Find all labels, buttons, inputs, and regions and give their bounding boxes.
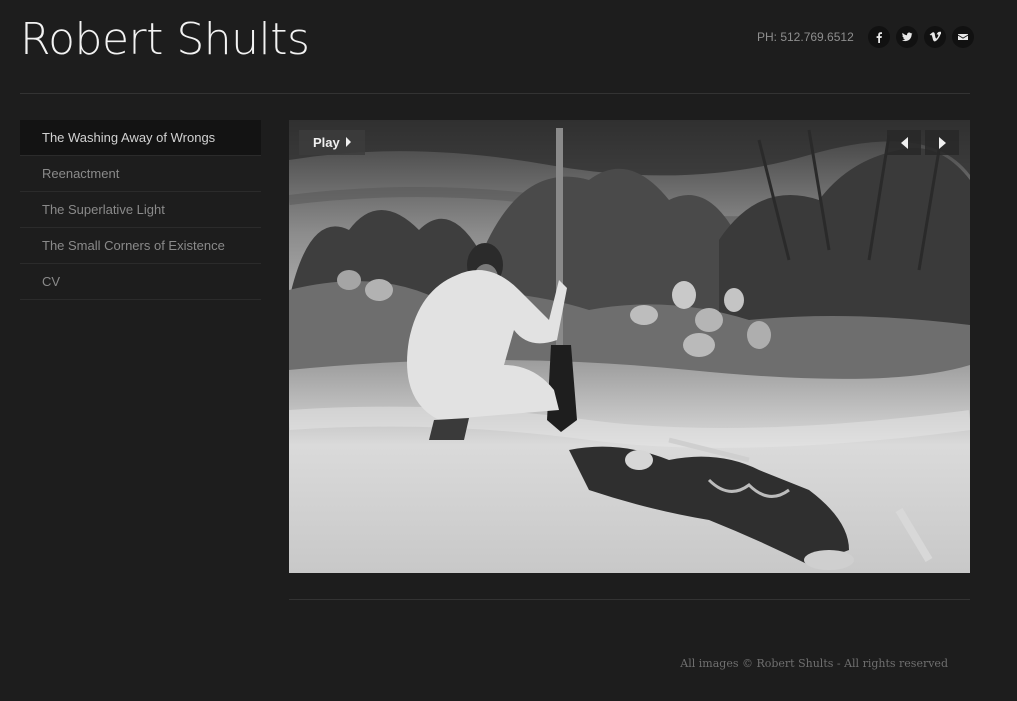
footer-divider [289, 599, 970, 600]
previous-slide-button[interactable] [887, 130, 921, 155]
next-slide-button[interactable] [925, 130, 959, 155]
site-title[interactable]: Robert Shults [20, 14, 310, 66]
copyright-notice: All images © Robert Shults - All rights … [680, 657, 948, 670]
header-divider [20, 93, 970, 94]
sidebar-item-reenactment[interactable]: Reenactment [20, 156, 261, 192]
sidebar-item-cv[interactable]: CV [20, 264, 261, 300]
vimeo-icon[interactable] [924, 26, 946, 48]
play-button[interactable]: Play [299, 130, 365, 155]
play-icon [345, 137, 351, 147]
arrow-left-icon [900, 136, 908, 149]
email-icon[interactable] [952, 26, 974, 48]
facebook-icon[interactable] [868, 26, 890, 48]
sidebar-item-small-corners-of-existence[interactable]: The Small Corners of Existence [20, 228, 261, 264]
sidebar-item-superlative-light[interactable]: The Superlative Light [20, 192, 261, 228]
sidebar-nav: The Washing Away of Wrongs Reenactment T… [20, 120, 261, 300]
slideshow[interactable]: Play [289, 120, 970, 573]
twitter-icon[interactable] [896, 26, 918, 48]
social-links [868, 26, 974, 48]
arrow-right-icon [938, 136, 946, 149]
phone-number: PH: 512.769.6512 [757, 30, 854, 44]
play-label: Play [313, 135, 340, 150]
slideshow-photo [289, 120, 970, 573]
sidebar-item-washing-away-of-wrongs[interactable]: The Washing Away of Wrongs [20, 120, 261, 156]
